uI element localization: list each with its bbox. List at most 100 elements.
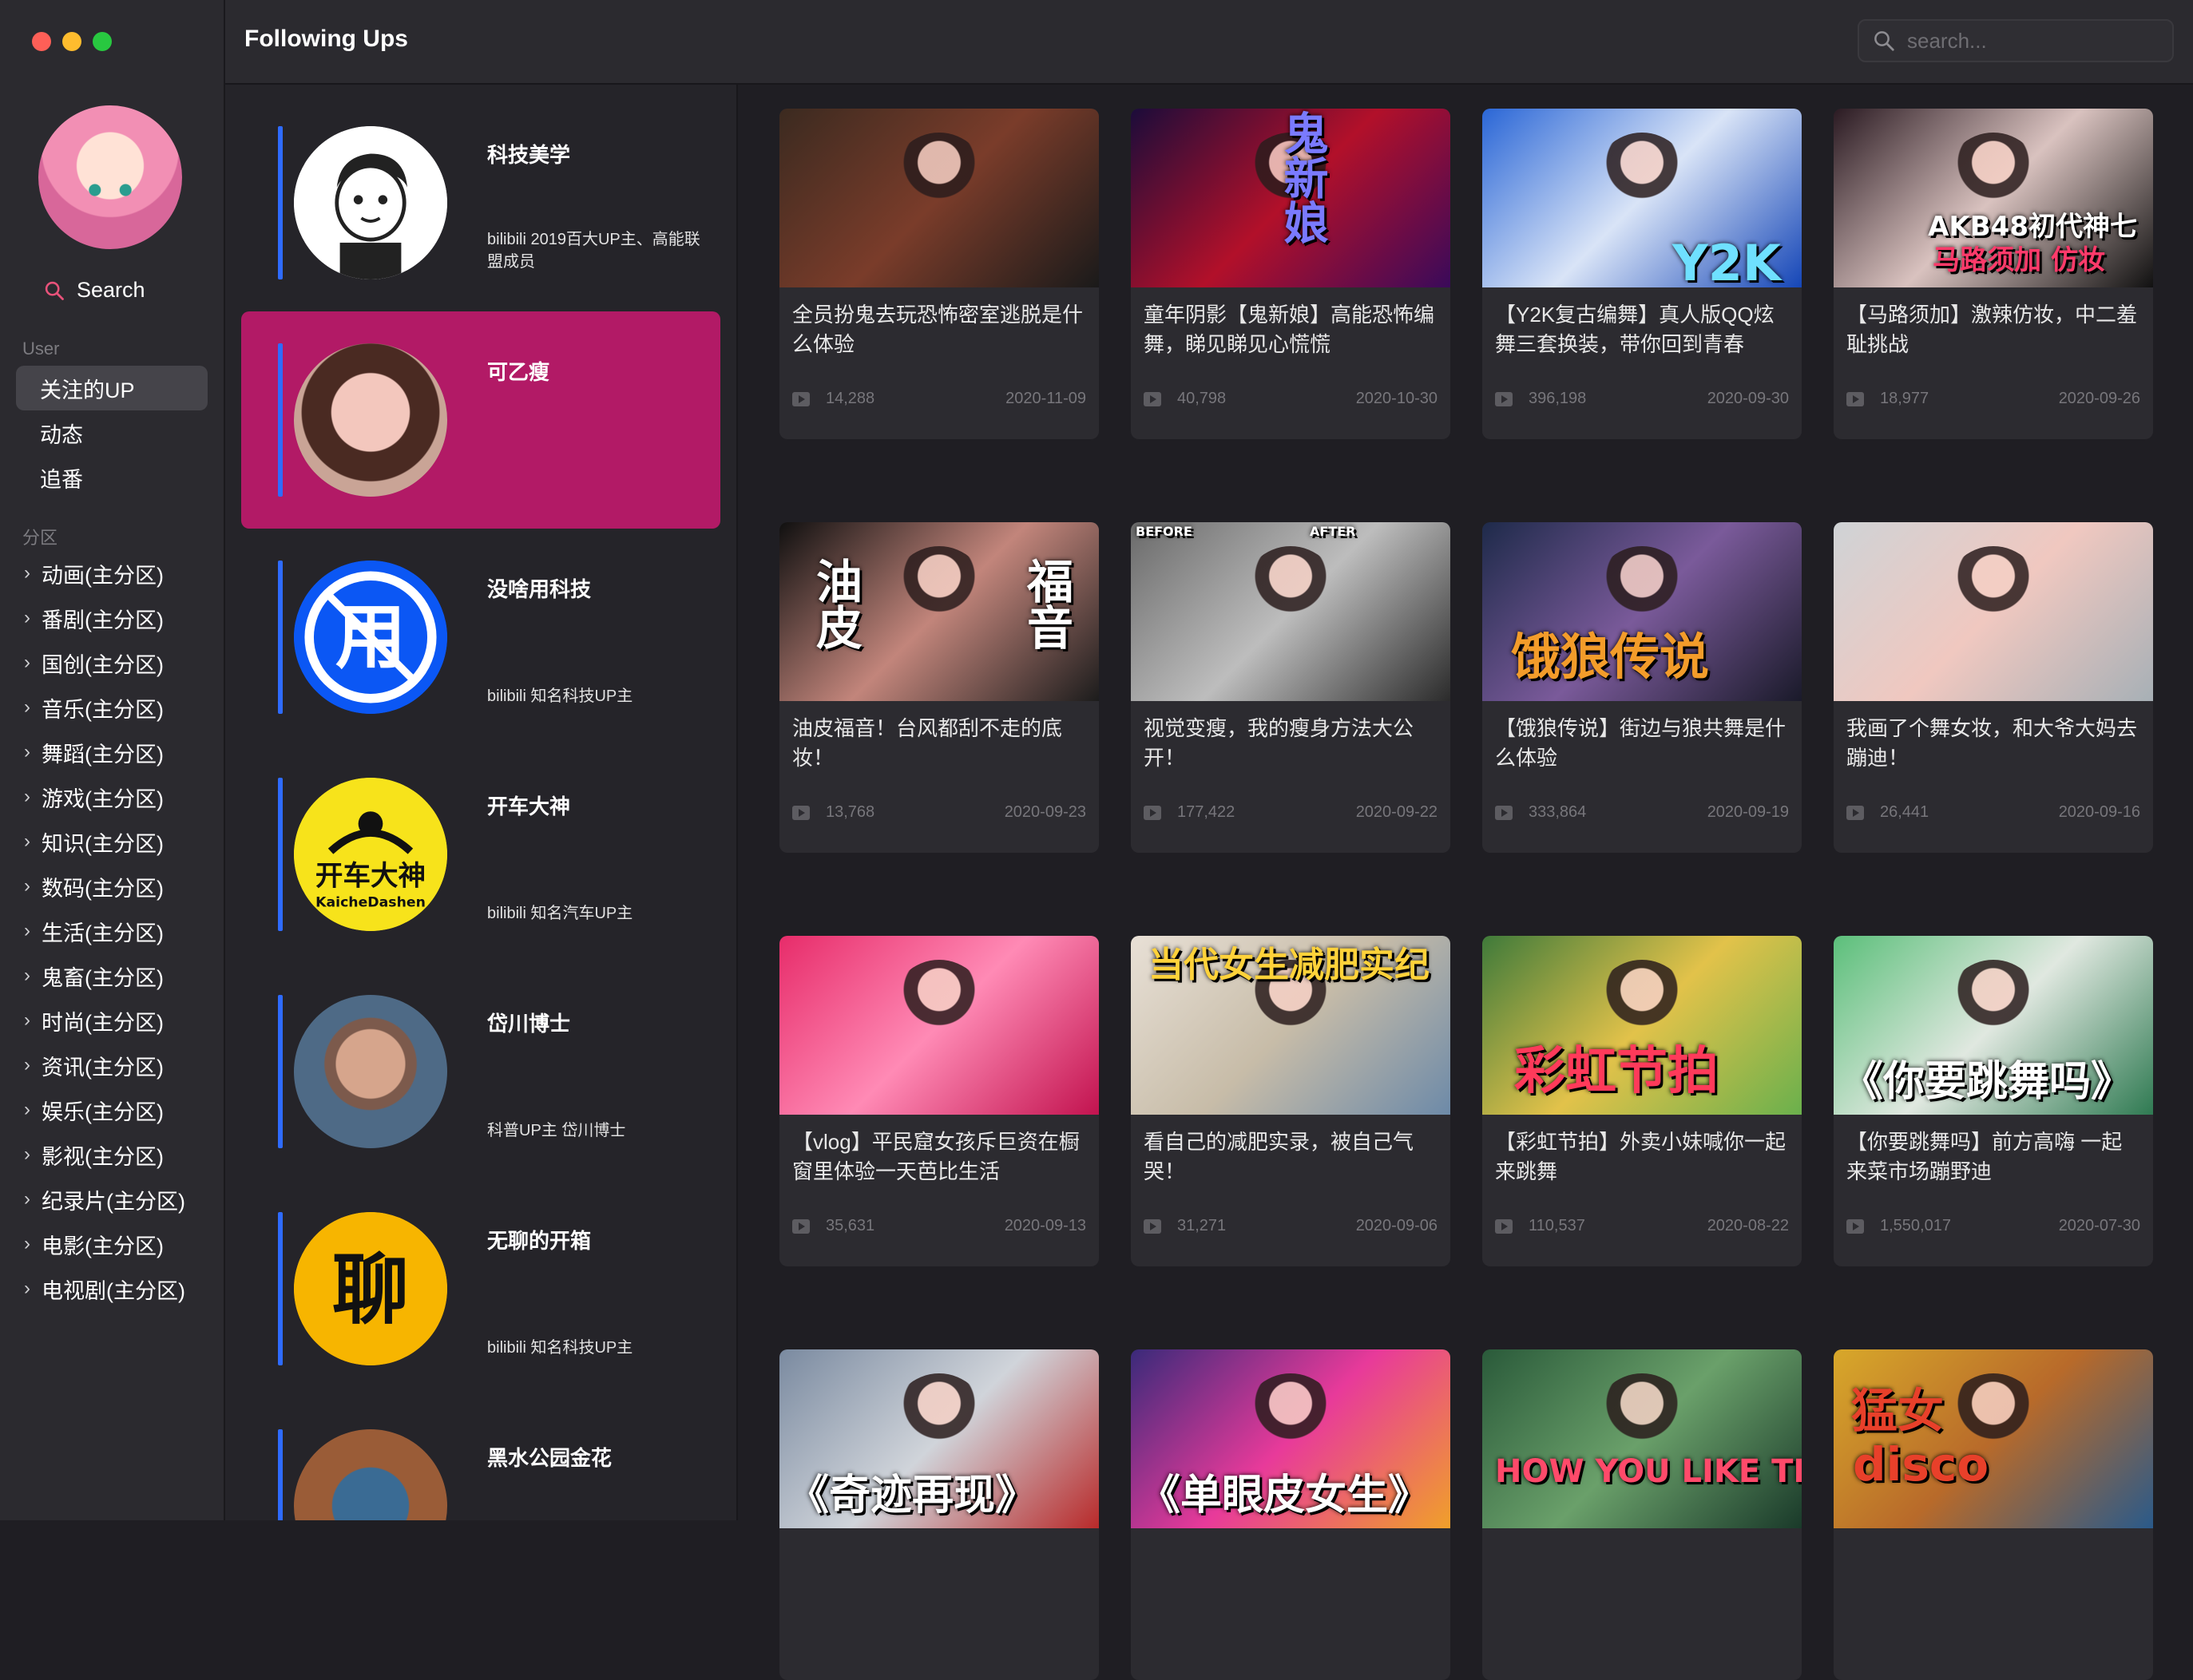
video-card[interactable]: 鬼新娘 童年阴影【鬼新娘】高能恐怖编舞，睇见睇见心慌慌 40,798 2020-10-… — [1131, 109, 1450, 439]
video-card[interactable]: 当代女生减肥实纪 看自己的减肥实录，被自己气哭！ 31,271 2020-09-06 — [1131, 936, 1450, 1266]
video-title[interactable]: 【你要跳舞吗】前方高嗨 一起来菜市场蹦野迪 — [1846, 1127, 2140, 1187]
sidebar-item-category[interactable]: › 时尚(主分区) — [16, 998, 208, 1043]
video-thumbnail[interactable]: 《单眼皮女生》 — [1131, 1349, 1450, 1528]
video-title[interactable]: 【vlog】平民窟女孩斥巨资在橱窗里体验一天芭比生活 — [792, 1127, 1086, 1187]
video-thumbnail[interactable] — [779, 936, 1099, 1115]
video-thumbnail[interactable]: Y2K — [1482, 109, 1802, 287]
search-input[interactable] — [1905, 27, 2164, 54]
category-label: 数码(主分区) — [42, 876, 164, 901]
video-thumbnail[interactable]: 当代女生减肥实纪 — [1131, 936, 1450, 1115]
zoom-window-button[interactable] — [93, 32, 112, 51]
video-thumbnail[interactable] — [1834, 522, 2153, 701]
video-card[interactable]: 我画了个舞女妆，和大爷大妈去蹦迪！ 26,441 2020-09-16 — [1834, 522, 2153, 853]
up-item[interactable]: 黑水公园金花 — [241, 1397, 720, 1520]
video-thumbnail[interactable]: 饿狼传说 — [1482, 522, 1802, 701]
view-count: 26,441 — [1880, 803, 1929, 821]
video-title[interactable]: 【彩虹节拍】外卖小妹喊你一起来跳舞 — [1495, 1127, 1789, 1187]
sidebar-item-category[interactable]: › 生活(主分区) — [16, 909, 208, 953]
sidebar-item-category[interactable]: › 知识(主分区) — [16, 819, 208, 864]
up-name: 无聊的开箱 — [487, 1229, 592, 1253]
sidebar-item-category[interactable]: › 娱乐(主分区) — [16, 1088, 208, 1132]
video-card[interactable]: 彩虹节拍 【彩虹节拍】外卖小妹喊你一起来跳舞 110,537 2020-08-22 — [1482, 936, 1802, 1266]
up-item[interactable]: 科技美学 bilibili 2019百大UP主、高能联盟成员 — [241, 94, 720, 311]
video-title[interactable] — [1846, 1541, 2140, 1600]
up-name: 没啥用科技 — [487, 577, 592, 601]
up-item[interactable]: 可乙瘦 — [241, 311, 720, 529]
up-item[interactable]: 岱川博士 科普UP主 岱川博士 — [241, 963, 720, 1180]
video-title[interactable] — [1144, 1541, 1438, 1600]
video-title[interactable]: 【Y2K复古编舞】真人版QQ炫舞三套换装，带你回到青春 — [1495, 300, 1789, 359]
sidebar-search-button[interactable]: Search — [43, 278, 145, 303]
video-title[interactable] — [792, 1541, 1086, 1600]
video-title[interactable]: 油皮福音！台风都刮不走的底妆！ — [792, 714, 1086, 773]
up-description: bilibili 知名科技UP主 — [487, 1339, 633, 1357]
sidebar-item-category[interactable]: › 动画(主分区) — [16, 551, 208, 596]
video-thumbnail[interactable]: AKB48初代神七 马路须加 仿妆 — [1834, 109, 2153, 287]
video-card[interactable]: 《奇迹再现》 — [779, 1349, 1099, 1680]
sidebar-item-category[interactable]: › 影视(主分区) — [16, 1132, 208, 1177]
up-item[interactable]: 开车大神 KaicheDashen 开车大神 bilibili 知名汽车UP主 — [241, 746, 720, 963]
video-card[interactable]: 猛女 disco — [1834, 1349, 2153, 1680]
publish-date: 2020-09-16 — [2058, 803, 2140, 821]
chevron-right-icon: › — [24, 1054, 30, 1076]
video-thumbnail[interactable]: 油皮 福音 — [779, 522, 1099, 701]
sidebar-item-dynamics[interactable]: 动态 — [16, 410, 208, 455]
video-title[interactable]: 看自己的减肥实录，被自己气哭！ — [1144, 1127, 1438, 1187]
sidebar-item-following[interactable]: 关注的UP — [16, 366, 208, 410]
video-thumbnail[interactable]: HOW YOU LIKE THAT — [1482, 1349, 1802, 1528]
video-thumbnail[interactable]: 《奇迹再现》 — [779, 1349, 1099, 1528]
video-card[interactable]: 【vlog】平民窟女孩斥巨资在橱窗里体验一天芭比生活 35,631 2020-09-… — [779, 936, 1099, 1266]
video-title[interactable]: 【饿狼传说】街边与狼共舞是什么体验 — [1495, 714, 1789, 773]
publish-date: 2020-09-23 — [1004, 803, 1086, 821]
sidebar-item-category[interactable]: › 音乐(主分区) — [16, 685, 208, 730]
sidebar-item-bangumi[interactable]: 追番 — [16, 455, 208, 500]
search-box[interactable] — [1858, 19, 2174, 62]
thumbnail-figure — [1243, 546, 1338, 682]
sidebar-item-category[interactable]: › 电影(主分区) — [16, 1222, 208, 1266]
video-thumbnail[interactable]: 鬼新娘 — [1131, 109, 1450, 287]
minimize-window-button[interactable] — [62, 32, 81, 51]
video-thumbnail[interactable]: 猛女 disco — [1834, 1349, 2153, 1528]
video-title[interactable]: 全员扮鬼去玩恐怖密室逃脱是什么体验 — [792, 300, 1086, 359]
video-title[interactable] — [1495, 1541, 1789, 1600]
video-thumbnail[interactable]: 彩虹节拍 — [1482, 936, 1802, 1115]
video-card[interactable]: 油皮 福音 油皮福音！台风都刮不走的底妆！ 13,768 2020-09-23 — [779, 522, 1099, 853]
sidebar-item-category[interactable]: › 鬼畜(主分区) — [16, 953, 208, 998]
user-avatar[interactable] — [38, 105, 182, 249]
chevron-right-icon: › — [24, 1009, 30, 1031]
video-title[interactable]: 童年阴影【鬼新娘】高能恐怖编舞，睇见睇见心慌慌 — [1144, 300, 1438, 359]
sidebar-item-category[interactable]: › 纪录片(主分区) — [16, 1177, 208, 1222]
video-card[interactable]: BEFORE AFTER 视觉变瘦，我的瘦身方法大公开！ 177,422 2020-09… — [1131, 522, 1450, 853]
thumbnail-figure — [891, 546, 987, 682]
category-label: 纪录片(主分区) — [42, 1189, 185, 1214]
video-card[interactable]: HOW YOU LIKE THAT — [1482, 1349, 1802, 1680]
sidebar-item-category[interactable]: › 游戏(主分区) — [16, 775, 208, 819]
video-thumbnail[interactable]: BEFORE AFTER — [1131, 522, 1450, 701]
sidebar-item-category[interactable]: › 电视剧(主分区) — [16, 1266, 208, 1311]
chevron-right-icon: › — [24, 1233, 30, 1254]
up-description: 科普UP主 岱川博士 — [487, 1122, 626, 1139]
video-card[interactable]: 饿狼传说 【饿狼传说】街边与狼共舞是什么体验 333,864 2020-09-19 — [1482, 522, 1802, 853]
sidebar-item-category[interactable]: › 国创(主分区) — [16, 640, 208, 685]
close-window-button[interactable] — [32, 32, 51, 51]
up-item[interactable]: 聊 无聊的开箱 bilibili 知名科技UP主 — [241, 1180, 720, 1397]
category-label: 生活(主分区) — [42, 921, 164, 945]
video-card[interactable]: AKB48初代神七 马路须加 仿妆 【马路须加】激辣仿妆，中二羞耻挑战 18,977 2… — [1834, 109, 2153, 439]
up-item[interactable]: 用 没啥用科技 bilibili 知名科技UP主 — [241, 529, 720, 746]
sidebar-item-category[interactable]: › 数码(主分区) — [16, 864, 208, 909]
video-meta: 35,631 2020-09-13 — [792, 1217, 1086, 1235]
video-thumbnail[interactable]: 《你要跳舞吗》 — [1834, 936, 2153, 1115]
video-card[interactable]: 《你要跳舞吗》 【你要跳舞吗】前方高嗨 一起来菜市场蹦野迪 1,550,017 202… — [1834, 936, 2153, 1266]
video-card[interactable]: Y2K 【Y2K复古编舞】真人版QQ炫舞三套换装，带你回到青春 396,198 202… — [1482, 109, 1802, 439]
video-title[interactable]: 【马路须加】激辣仿妆，中二羞耻挑战 — [1846, 300, 2140, 359]
category-label: 国创(主分区) — [42, 652, 164, 677]
video-card[interactable]: 《单眼皮女生》 — [1131, 1349, 1450, 1680]
sidebar-item-category[interactable]: › 舞蹈(主分区) — [16, 730, 208, 775]
video-card[interactable]: 全员扮鬼去玩恐怖密室逃脱是什么体验 14,288 2020-11-09 — [779, 109, 1099, 439]
video-thumbnail[interactable] — [779, 109, 1099, 287]
video-title[interactable]: 我画了个舞女妆，和大爷大妈去蹦迪！ — [1846, 714, 2140, 773]
up-list: 科技美学 bilibili 2019百大UP主、高能联盟成员 可乙瘦用 没啥用科技 bi… — [225, 85, 738, 1520]
sidebar-item-category[interactable]: › 资讯(主分区) — [16, 1043, 208, 1088]
video-title[interactable]: 视觉变瘦，我的瘦身方法大公开！ — [1144, 714, 1438, 773]
sidebar-item-category[interactable]: › 番剧(主分区) — [16, 596, 208, 640]
